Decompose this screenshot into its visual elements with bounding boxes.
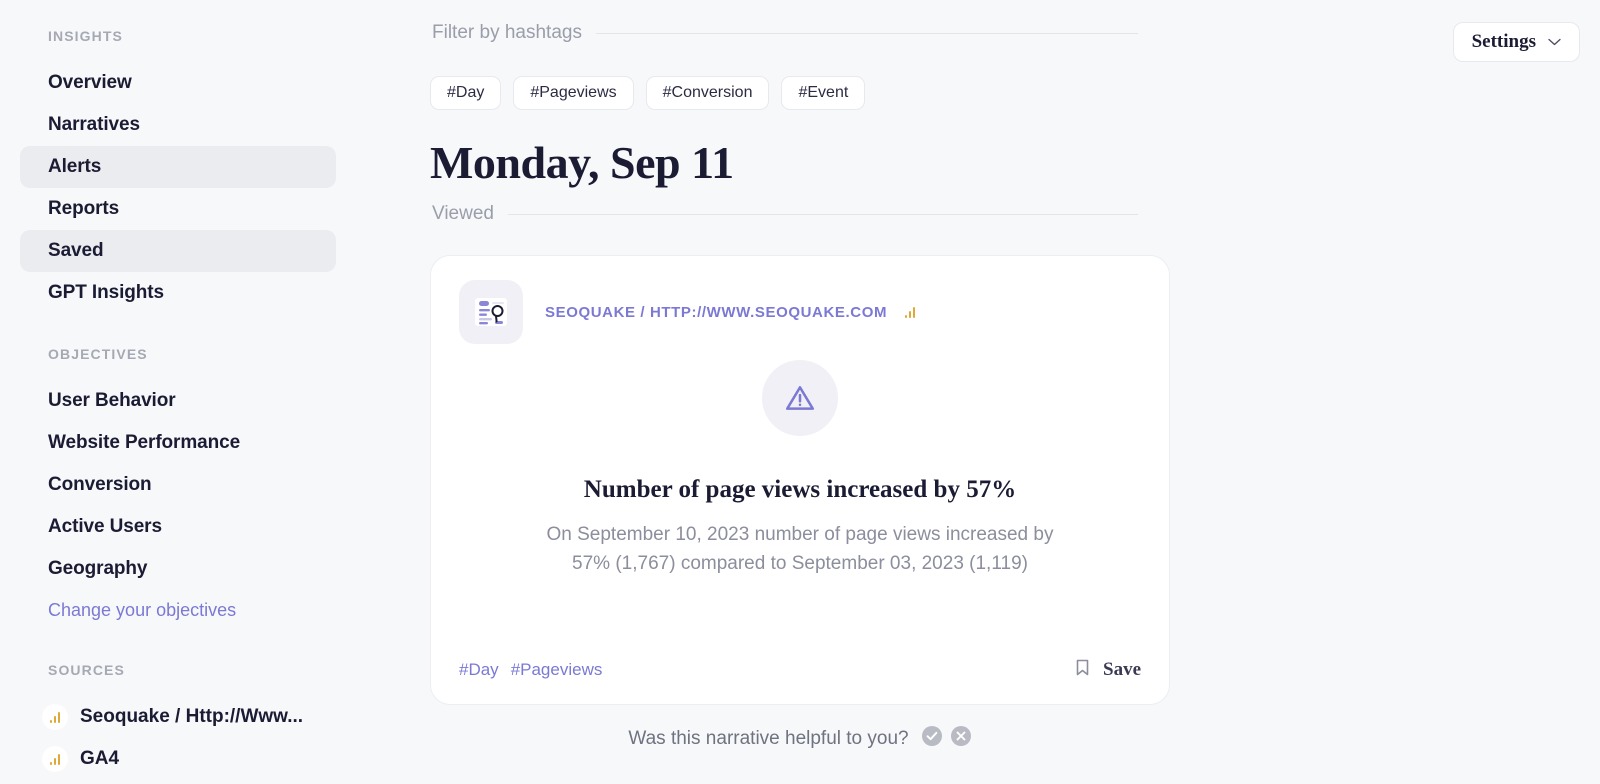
card-footer: #Day #Pageviews Save <box>459 658 1141 682</box>
sidebar-item-label: Alerts <box>48 156 102 177</box>
sidebar-item-gpt-insights[interactable]: GPT Insights <box>20 272 336 314</box>
sidebar-item-label: User Behavior <box>48 390 176 411</box>
sidebar-item-label: Reports <box>48 198 120 219</box>
sidebar-source-label: Seoquake / Http://Www... <box>80 706 304 727</box>
divider <box>507 213 1138 215</box>
hashtag-label: #Day <box>447 84 485 101</box>
viewed-status-row: Viewed <box>432 203 1138 225</box>
feedback-row: Was this narrative helpful to you? <box>430 725 1170 752</box>
sidebar-item-label: Geography <box>48 558 148 579</box>
sidebar-group-sources-title: SOURCES <box>48 662 125 678</box>
card-source-row[interactable]: SEOQUAKE / HTTP://WWW.SEOQUAKE.COM <box>545 299 924 325</box>
hashtag-filter-day[interactable]: #Day <box>430 76 502 110</box>
hashtag-filter-conversion[interactable]: #Conversion <box>645 76 770 110</box>
card-tag-pageviews[interactable]: #Pageviews <box>511 660 603 680</box>
sidebar-item-alerts[interactable]: Alerts <box>20 146 336 188</box>
sidebar-item-label: GPT Insights <box>48 282 164 303</box>
save-button[interactable]: Save <box>1074 658 1141 682</box>
save-label: Save <box>1103 659 1141 680</box>
page-title: Monday, Sep 11 <box>430 137 734 188</box>
hashtag-label: #Conversion <box>662 84 753 101</box>
sidebar-item-label: Active Users <box>48 516 162 537</box>
sidebar: INSIGHTS Overview Narratives Alerts Repo… <box>0 0 430 784</box>
card-description: On September 10, 2023 number of page vie… <box>546 524 1054 574</box>
hashtag-filter-list: #Day #Pageviews #Conversion #Event <box>430 76 1600 110</box>
card-tag-list: #Day #Pageviews <box>459 660 602 680</box>
hashtag-label: #Pageviews <box>530 84 617 101</box>
bar-chart-icon <box>897 299 924 325</box>
divider <box>595 32 1138 34</box>
sidebar-source-seoquake[interactable]: Seoquake / Http://Www... <box>20 696 430 738</box>
change-objectives-label: Change your objectives <box>48 599 237 620</box>
card-body: Number of page views increased by 57% On… <box>459 360 1141 578</box>
sidebar-item-label: Saved <box>48 240 104 261</box>
sidebar-item-user-behavior[interactable]: User Behavior <box>20 380 336 422</box>
card-source-label: SEOQUAKE / HTTP://WWW.SEOQUAKE.COM <box>545 303 888 321</box>
hashtag-filter-event[interactable]: #Event <box>781 76 866 110</box>
x-circle-icon[interactable] <box>950 725 972 752</box>
sidebar-item-conversion[interactable]: Conversion <box>20 464 336 506</box>
settings-label: Settings <box>1471 31 1536 52</box>
check-circle-icon[interactable] <box>921 725 943 752</box>
hashtag-label: #Event <box>798 84 849 101</box>
feedback-actions <box>921 725 972 752</box>
narrative-card: SEOQUAKE / HTTP://WWW.SEOQUAKE.COM Numbe… <box>430 255 1170 705</box>
change-objectives-link[interactable]: Change your objectives <box>20 590 336 630</box>
sidebar-item-label: Conversion <box>48 474 152 495</box>
sidebar-item-active-users[interactable]: Active Users <box>20 506 336 548</box>
chevron-down-icon <box>1548 33 1561 51</box>
sidebar-group-objectives-title: OBJECTIVES <box>48 346 148 362</box>
bar-chart-icon <box>42 704 68 730</box>
bookmark-icon <box>1074 658 1091 682</box>
feedback-question: Was this narrative helpful to you? <box>628 727 909 749</box>
sidebar-source-label: GA4 <box>80 748 120 769</box>
filter-by-hashtags-row: Filter by hashtags <box>432 22 1138 44</box>
sidebar-item-label: Website Performance <box>48 432 241 453</box>
main-content: Filter by hashtags #Day #Pageviews #Conv… <box>430 0 1600 784</box>
sidebar-item-overview[interactable]: Overview <box>20 62 336 104</box>
warning-triangle-icon <box>762 360 838 436</box>
bar-chart-icon <box>42 746 68 772</box>
sidebar-group-insights-title: INSIGHTS <box>48 28 123 44</box>
sidebar-source-ga4[interactable]: GA4 <box>20 738 430 780</box>
sidebar-item-narratives[interactable]: Narratives <box>20 104 336 146</box>
filter-label: Filter by hashtags <box>432 22 582 43</box>
app-root: INSIGHTS Overview Narratives Alerts Repo… <box>0 0 1600 784</box>
sidebar-item-label: Overview <box>48 72 132 93</box>
sidebar-item-geography[interactable]: Geography <box>20 548 336 590</box>
seoquake-document-icon <box>459 280 523 344</box>
sidebar-item-saved[interactable]: Saved <box>20 230 336 272</box>
hashtag-filter-pageviews[interactable]: #Pageviews <box>513 76 634 110</box>
settings-button[interactable]: Settings <box>1452 22 1580 62</box>
card-header: SEOQUAKE / HTTP://WWW.SEOQUAKE.COM <box>459 280 1141 344</box>
viewed-label: Viewed <box>432 203 494 224</box>
card-tag-day[interactable]: #Day <box>459 660 499 680</box>
sidebar-item-website-performance[interactable]: Website Performance <box>20 422 336 464</box>
sidebar-item-reports[interactable]: Reports <box>20 188 336 230</box>
card-title: Number of page views increased by 57% <box>583 476 1017 503</box>
sidebar-item-label: Narratives <box>48 114 140 135</box>
